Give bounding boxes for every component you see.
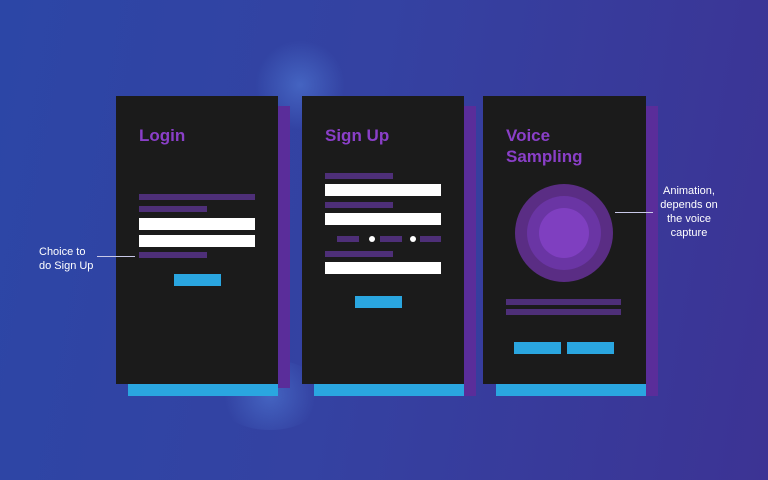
voice-title: Voice Sampling — [506, 126, 583, 166]
voice-record-button[interactable] — [514, 342, 561, 354]
login-label-bar — [139, 206, 207, 212]
signup-step-dot — [410, 236, 416, 242]
login-submit-button[interactable] — [174, 274, 221, 286]
annotation-signup-choice: Choice to do Sign Up — [39, 245, 93, 273]
signup-step-dot — [369, 236, 375, 242]
annotation-animation-leader — [615, 212, 653, 213]
voice-next-button[interactable] — [567, 342, 614, 354]
login-title: Login — [139, 126, 186, 145]
annotation-line: capture — [670, 227, 708, 239]
annotation-line: the voice — [666, 213, 712, 225]
signup-label-bar — [325, 251, 393, 257]
voice-text-bar — [506, 309, 621, 315]
signup-label-bar — [325, 202, 393, 208]
login-password-field[interactable] — [139, 235, 255, 247]
annotation-signup-leader — [97, 256, 135, 257]
annotation-animation: Animation, depends on the voice capture — [652, 184, 726, 240]
voice-card-shadow-accent — [496, 384, 646, 396]
login-screen: Login — [116, 96, 278, 384]
voice-text-bar — [506, 299, 621, 305]
signup-screen: Sign Up — [302, 96, 464, 384]
annotation-line: do Sign Up — [39, 260, 94, 272]
signup-card-shadow-accent — [314, 384, 464, 396]
voice-screen: Voice Sampling — [483, 96, 646, 384]
voice-animation-core — [539, 208, 589, 258]
annotation-line: Animation, — [663, 185, 715, 197]
signup-field-2[interactable] — [325, 213, 441, 225]
login-card-shadow-accent — [128, 384, 278, 396]
annotation-line: depends on — [660, 199, 718, 211]
signup-title: Sign Up — [325, 126, 390, 145]
signup-field-1[interactable] — [325, 184, 441, 196]
signup-submit-button[interactable] — [355, 296, 402, 308]
login-username-field[interactable] — [139, 218, 255, 230]
signup-step-bar — [380, 236, 402, 242]
signup-step-bar — [337, 236, 359, 242]
signup-label-bar — [325, 173, 393, 179]
annotation-line: Choice to — [39, 246, 86, 258]
login-label-bar — [139, 194, 255, 200]
signup-step-bar — [420, 236, 441, 242]
login-signup-link[interactable] — [139, 252, 207, 258]
signup-field-3[interactable] — [325, 262, 441, 274]
